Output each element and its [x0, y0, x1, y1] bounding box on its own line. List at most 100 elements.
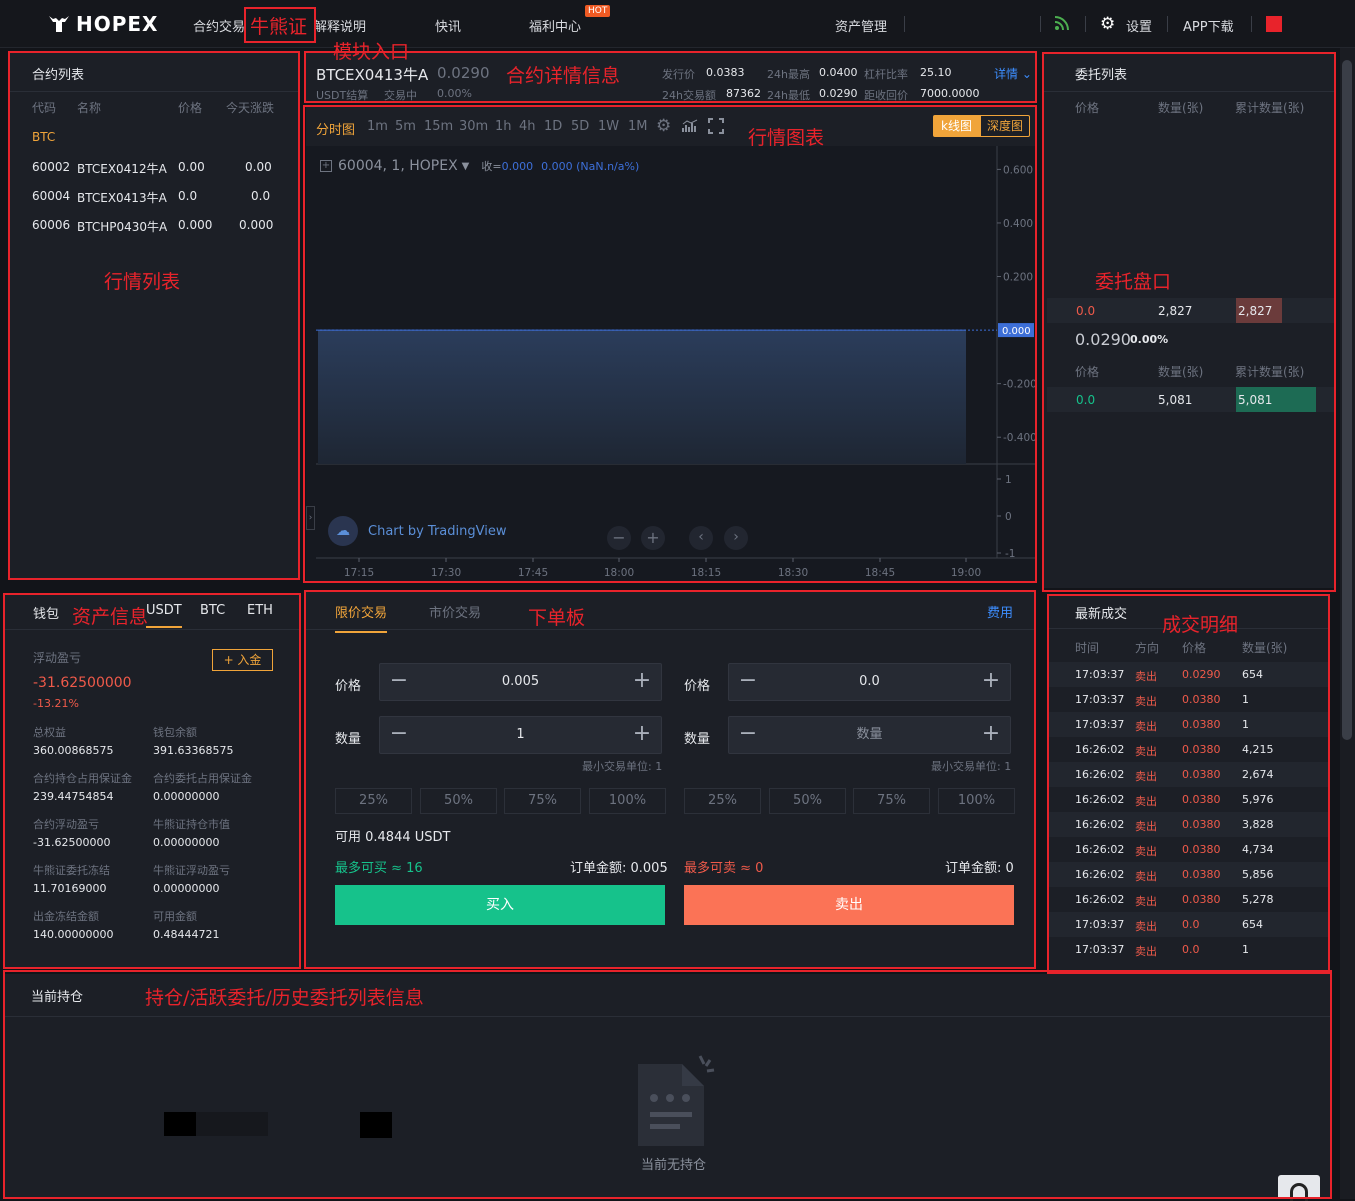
value-volume: 87362 [726, 87, 761, 100]
interval-5m[interactable]: 5m [395, 119, 416, 134]
sell-button[interactable]: 卖出 [684, 885, 1014, 925]
sell-pct-75[interactable]: 75% [853, 788, 930, 814]
nav-asset-manage[interactable]: 资产管理 [835, 16, 887, 35]
trade-row: 16:26:02 卖出 0.0380 5,976 [1048, 787, 1329, 812]
label-low: 24h最低 [767, 89, 810, 102]
trade-qty: 5,976 [1242, 793, 1274, 806]
settings-link[interactable]: 设置 [1126, 16, 1152, 35]
interval-1mo[interactable]: 1M [628, 119, 648, 134]
scrollbar-thumb[interactable] [1342, 60, 1352, 740]
chevron-down-icon: ⌄ [1018, 67, 1032, 81]
nav-welfare[interactable]: 福利中心 [529, 16, 581, 35]
interval-15m[interactable]: 15m [424, 119, 453, 134]
plus-icon[interactable]: + [623, 717, 661, 753]
nav-news[interactable]: 快讯 [435, 16, 461, 35]
interval-1m[interactable]: 1m [367, 119, 388, 134]
interval-1h[interactable]: 1h [495, 119, 512, 134]
sell-price-input[interactable]: 0.0 [767, 664, 972, 700]
plus-icon[interactable]: + [623, 664, 661, 700]
buy-pct-75[interactable]: 75% [504, 788, 581, 814]
sell-price-stepper[interactable]: − 0.0 + [728, 663, 1011, 701]
sell-qty-stepper[interactable]: − 数量 + [728, 716, 1011, 754]
rss-icon[interactable] [1054, 15, 1070, 34]
wallet-tab-usdt[interactable]: USDT [146, 603, 182, 628]
fullscreen-icon[interactable] [708, 118, 724, 137]
sell-pct-50[interactable]: 50% [769, 788, 846, 814]
group-btc[interactable]: BTC [32, 130, 55, 144]
indicator-icon[interactable] [682, 119, 698, 136]
y-tick-label: -0.200 [1003, 379, 1036, 391]
minus-icon[interactable]: − [729, 717, 767, 753]
buy-pct-25[interactable]: 25% [335, 788, 412, 814]
ask-col-price: 价格 [1075, 101, 1100, 115]
buy-pct-50[interactable]: 50% [420, 788, 497, 814]
deposit-button[interactable]: + 入金 [212, 649, 273, 671]
contract-name: BTCHP0430牛A [77, 220, 168, 234]
trade-side: 卖出 [1135, 670, 1157, 683]
page-scrollbar[interactable] [1340, 48, 1355, 1199]
interval-1d[interactable]: 1D [544, 119, 562, 134]
wallet-tab-btc[interactable]: BTC [200, 603, 225, 618]
chart-symbol-label[interactable]: 60004, 1, HOPEX [338, 158, 458, 174]
scroll-right-button[interactable]: › [724, 526, 748, 550]
annotation-order-panel: 下单板 [528, 607, 586, 629]
scroll-left-button[interactable]: ‹ [689, 526, 713, 550]
zoom-out-button[interactable]: − [607, 526, 631, 550]
china-flag-icon[interactable] [1266, 16, 1282, 32]
buy-pct-100[interactable]: 100% [589, 788, 666, 814]
interval-30m[interactable]: 30m [459, 119, 488, 134]
trades-panel: 最新成交 时间 方向 价格 数量(张) 17:03:37 卖出 0.0290 654 1… [1048, 596, 1329, 972]
nav-explain[interactable]: 解释说明 [314, 16, 366, 35]
interval-1w[interactable]: 1W [598, 119, 619, 134]
tradingview-badge[interactable]: ☁ Chart by TradingView [328, 516, 506, 546]
buy-price-stepper[interactable]: − 0.005 + [379, 663, 662, 701]
series-area [318, 330, 966, 464]
settings-gear-icon[interactable]: ⚙ [656, 116, 671, 136]
tab-market-order[interactable]: 市价交易 [429, 602, 481, 621]
buy-qty-input[interactable]: 1 [418, 717, 623, 753]
trade-qty: 654 [1242, 668, 1263, 681]
interval-5d[interactable]: 5D [571, 119, 589, 134]
customer-service-button[interactable] [1278, 1175, 1320, 1201]
gear-icon[interactable]: ⚙ [1100, 14, 1115, 34]
wallet-tab-eth[interactable]: ETH [247, 603, 273, 618]
buy-price-input[interactable]: 0.005 [418, 664, 623, 700]
minus-icon[interactable]: − [729, 664, 767, 700]
contract-row[interactable]: 60006 BTCHP0430牛A 0.000 0.000 [8, 212, 300, 237]
logo[interactable]: HOPEX [48, 11, 158, 37]
buy-button[interactable]: 买入 [335, 885, 665, 925]
contract-code: 60002 [32, 160, 71, 174]
x-tick-label: 19:00 [951, 567, 981, 579]
contract-row[interactable]: 60004 BTCEX0413牛A 0.0 0.0 [8, 183, 300, 208]
fee-link[interactable]: 费用 [987, 602, 1013, 621]
sell-price-label: 价格 [684, 679, 711, 694]
chart-body[interactable]: 0.600 0.400 0.200 -0.200 -0.400 0.000 1 0 -1 17:1… [306, 146, 1036, 581]
zoom-in-button[interactable]: + [641, 526, 665, 550]
expand-legend-icon[interactable]: + [320, 160, 332, 172]
plus-icon[interactable]: + [972, 664, 1010, 700]
sell-qty-input[interactable]: 数量 [767, 717, 972, 753]
contract-price: 0.0 [178, 189, 198, 203]
collapse-sidebar-icon[interactable]: › [306, 506, 315, 530]
minus-icon[interactable]: − [380, 664, 418, 700]
contract-row[interactable]: 60002 BTCEX0412牛A 0.00 0.00 [8, 154, 300, 179]
sell-pct-100[interactable]: 100% [938, 788, 1015, 814]
chart-legend: + 60004, 1, HOPEX ▼ 收= 0.000 0.000 (NaN.… [320, 158, 639, 174]
ask-row[interactable]: 0.0 2,827 2,827 [1047, 298, 1334, 323]
ask-qty: 2,827 [1158, 304, 1193, 318]
app-download-link[interactable]: APP下载 [1183, 16, 1234, 35]
depth-tab[interactable]: 深度图 [980, 115, 1030, 137]
bid-row[interactable]: 0.0 5,081 5,081 [1047, 387, 1334, 412]
plus-icon[interactable]: + [972, 717, 1010, 753]
interval-time[interactable]: 分时图 [316, 119, 355, 138]
dropdown-caret-icon[interactable]: ▼ [462, 161, 470, 172]
contract-price: 0.000 [178, 218, 213, 232]
buy-qty-stepper[interactable]: − 1 + [379, 716, 662, 754]
minus-icon[interactable]: − [380, 717, 418, 753]
sell-pct-25[interactable]: 25% [684, 788, 761, 814]
trade-price: 0.0380 [1182, 743, 1221, 756]
nav-contract-trade[interactable]: 合约交易 [193, 16, 245, 35]
interval-4h[interactable]: 4h [519, 119, 536, 134]
details-link[interactable]: 详情 ⌄ [994, 65, 1032, 82]
kline-tab[interactable]: k线图 [933, 115, 980, 137]
